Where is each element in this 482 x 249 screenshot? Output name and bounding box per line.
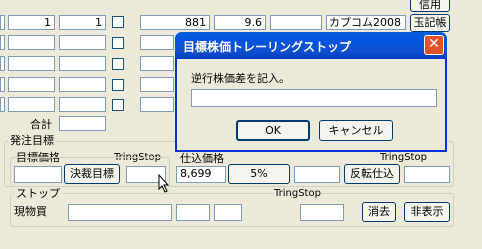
dialog-title: 目標株価トレーリングストップ — [183, 40, 352, 54]
quantity-cell-1[interactable]: 1 — [8, 15, 55, 30]
order-price-input[interactable]: 8,699 — [176, 166, 226, 183]
reverse-order-button[interactable]: 反転仕込 — [344, 164, 400, 184]
order-price-label: 仕込価格 — [180, 152, 224, 165]
row-marker — [0, 56, 5, 71]
empty-cell[interactable] — [8, 97, 55, 112]
dialog-prompt: 逆行株価差を記入。 — [191, 72, 290, 85]
total-label: 合計 — [30, 118, 52, 131]
empty-cell[interactable] — [59, 35, 106, 50]
empty-cell[interactable] — [8, 35, 55, 50]
price-cell[interactable]: 881 — [140, 15, 210, 30]
physical-buy-label: 現物買 — [14, 205, 47, 218]
mouse-pointer-icon — [158, 174, 170, 193]
dialog-titlebar[interactable]: 目標株価トレーリングストップ ✕ — [175, 32, 447, 59]
empty-cell[interactable] — [140, 35, 174, 50]
tringstop-label: TringStop — [380, 151, 427, 164]
blank-cell[interactable] — [270, 15, 322, 30]
empty-cell[interactable] — [8, 56, 55, 71]
row-checkbox[interactable] — [112, 99, 124, 111]
order-amount-input[interactable] — [294, 166, 340, 183]
tringstop-input-right[interactable] — [404, 166, 450, 183]
stop-input-2[interactable] — [176, 204, 210, 221]
credit-button[interactable]: 信用 — [410, 0, 450, 12]
trailing-stop-dialog: 目標株価トレーリングストップ ✕ 逆行株価差を記入。 OK キャンセル — [175, 32, 447, 152]
close-icon[interactable]: ✕ — [424, 35, 444, 55]
stop-legend: ストップ — [14, 187, 62, 200]
row-marker — [0, 15, 5, 30]
empty-cell[interactable] — [8, 77, 55, 92]
stop-input-1[interactable] — [68, 204, 172, 221]
cancel-button[interactable]: キャンセル — [319, 120, 393, 141]
company-name-cell: カプコム2008 — [326, 15, 406, 30]
row-marker — [0, 97, 5, 112]
order-target-legend: 発注目標 — [8, 134, 56, 147]
settle-target-button[interactable]: 決裁目標 — [64, 164, 120, 184]
row-checkbox[interactable] — [112, 79, 124, 91]
row-marker — [0, 77, 5, 92]
empty-cell[interactable] — [59, 77, 106, 92]
ledger-button[interactable]: 玉記帳 — [410, 14, 450, 32]
percent-button[interactable]: 5% — [228, 164, 290, 184]
clear-button[interactable]: 消去 — [362, 202, 396, 222]
empty-cell[interactable] — [59, 56, 106, 71]
hide-button[interactable]: 非表示 — [404, 202, 450, 222]
ratio-cell[interactable]: 9.6 — [214, 15, 266, 30]
empty-cell[interactable] — [59, 97, 106, 112]
total-cell — [59, 116, 106, 131]
stop-tringstop-input[interactable] — [300, 204, 344, 221]
stop-tringstop-label: TringStop — [274, 187, 321, 200]
ok-button[interactable]: OK — [236, 120, 310, 141]
quantity-cell-2[interactable]: 1 — [59, 15, 106, 30]
row-checkbox[interactable] — [112, 58, 124, 70]
target-price-input[interactable] — [14, 166, 62, 183]
empty-cell[interactable] — [140, 97, 174, 112]
difference-input[interactable] — [191, 89, 437, 107]
row-marker — [0, 35, 5, 50]
empty-cell[interactable] — [140, 77, 174, 92]
row-checkbox[interactable] — [112, 16, 124, 28]
stop-input-3[interactable] — [214, 204, 242, 221]
empty-cell[interactable] — [140, 56, 174, 71]
row-checkbox[interactable] — [112, 37, 124, 49]
